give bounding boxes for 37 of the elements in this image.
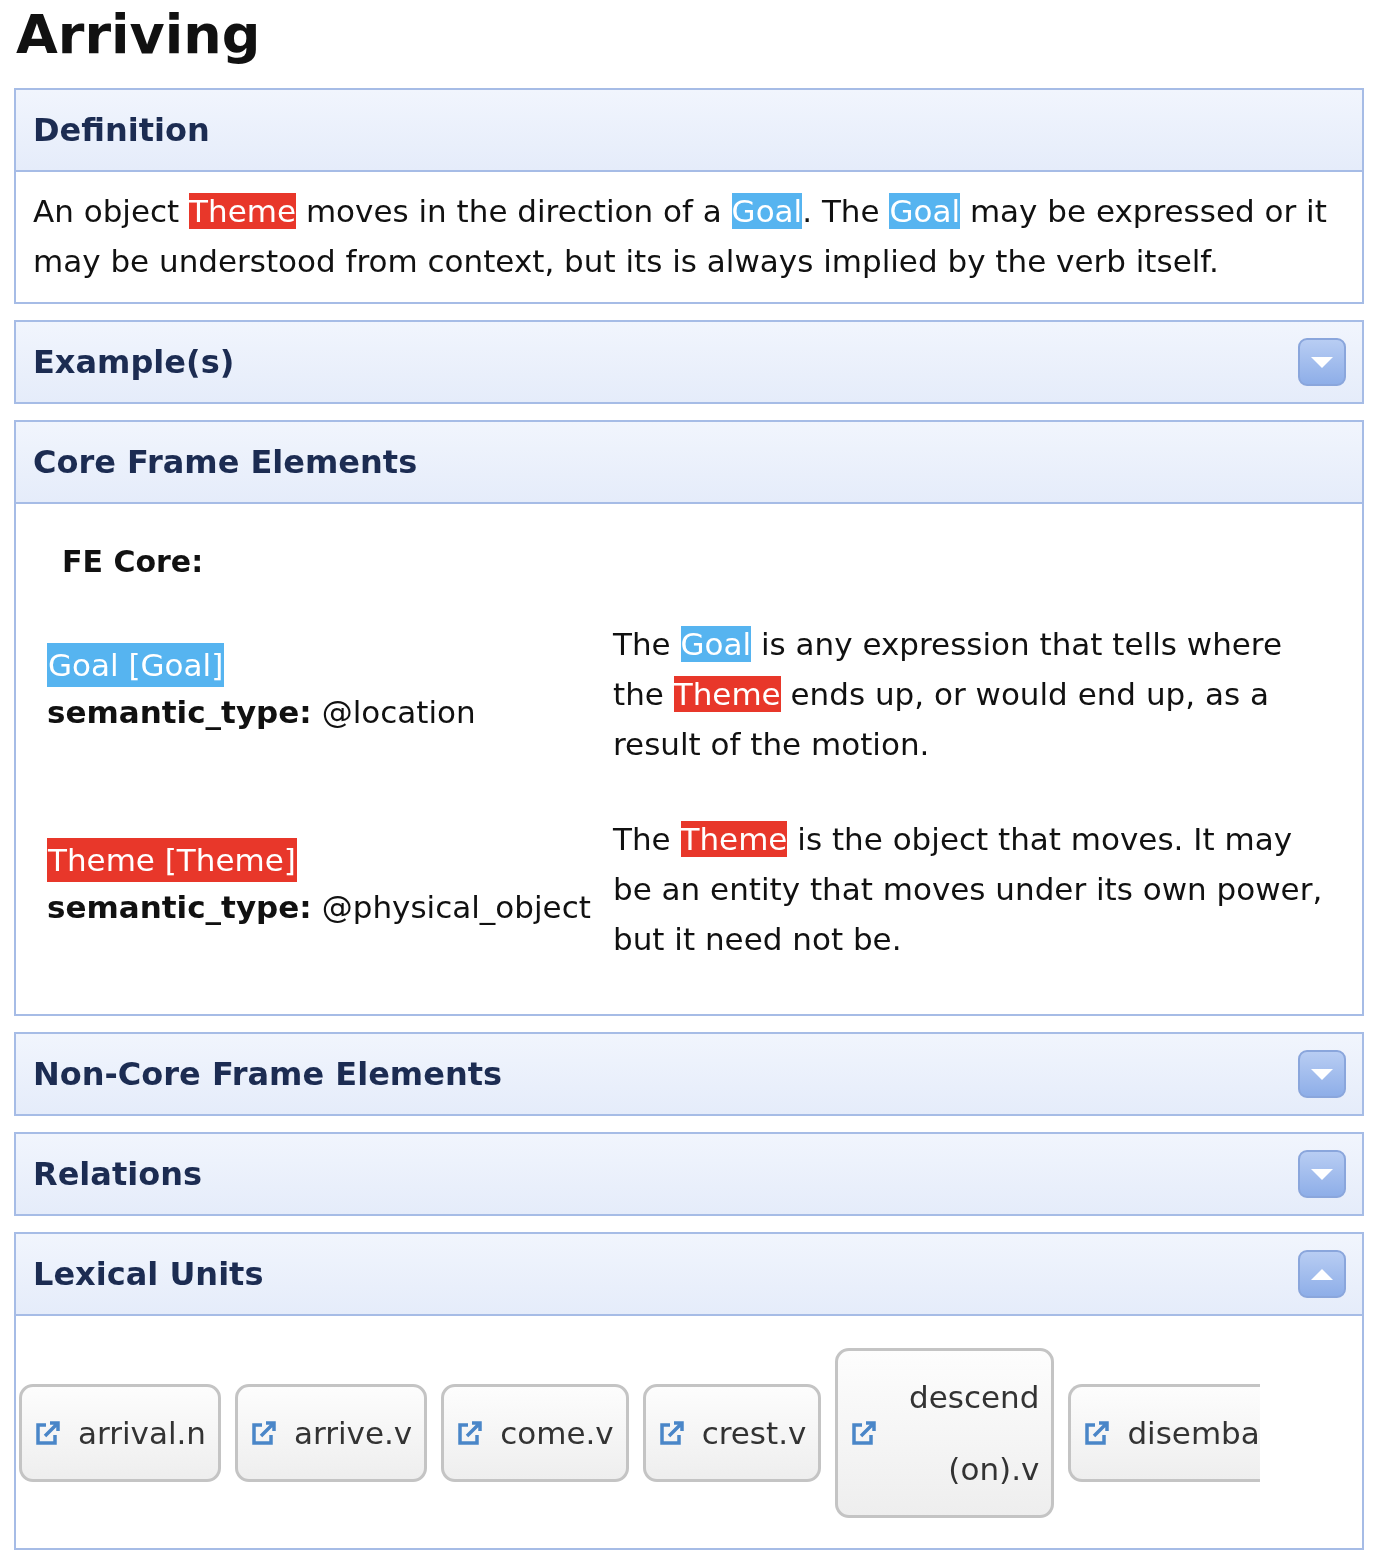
page-title: Arriving xyxy=(15,2,262,68)
section-title: Core Frame Elements xyxy=(33,443,418,481)
semantic-type-value: @physical_object xyxy=(321,889,591,925)
toggle-button[interactable] xyxy=(1298,1150,1346,1198)
fe-heading: FE Core: xyxy=(61,544,205,579)
section-title: Relations xyxy=(33,1155,202,1193)
section-title: Lexical Units xyxy=(33,1255,264,1293)
section-title: Definition xyxy=(33,111,210,149)
semantic-type-label: semantic_type: xyxy=(47,889,312,925)
external-link-icon xyxy=(1083,1420,1112,1446)
section-title: Non-Core Frame Elements xyxy=(33,1055,502,1093)
fe-name: Goal [Goal] xyxy=(47,643,225,687)
toggle-button[interactable] xyxy=(1298,1050,1346,1098)
triangle-down-icon xyxy=(1311,357,1333,368)
external-link-icon xyxy=(657,1420,686,1446)
toggle-button[interactable] xyxy=(1298,1250,1346,1298)
lexical-unit-button[interactable]: come.v xyxy=(441,1384,629,1482)
section-title: Example(s) xyxy=(33,343,235,381)
toggle-button[interactable] xyxy=(1298,338,1346,386)
triangle-up-icon xyxy=(1311,1269,1333,1280)
lexical-unit-button[interactable]: arrive.v xyxy=(235,1384,428,1482)
external-link-icon xyxy=(34,1420,62,1446)
lexical-unit-button[interactable]: arrival.n xyxy=(19,1384,221,1482)
external-link-icon xyxy=(456,1420,485,1446)
lexical-unit-button[interactable]: disemba xyxy=(1068,1384,1260,1482)
fe-description: The Goal is any expression that tells where the Theme ends up, or would end up, as a result of the motion. xyxy=(613,625,1283,764)
external-link-icon xyxy=(250,1420,278,1446)
lexical-unit-button[interactable]: crest.v xyxy=(642,1384,822,1482)
triangle-down-icon xyxy=(1311,1169,1333,1180)
lexical-unit-button[interactable]: descend (on).v xyxy=(835,1348,1055,1518)
semantic-type-label: semantic_type: xyxy=(47,694,312,730)
fe-description: The Theme is the object that moves. It may be an entity that moves under its own power, but it need not be. xyxy=(613,820,1324,959)
definition-text: An object Theme moves in the direction of a Goal. The Goal may be expressed or it may be understood from context, but its is always implied by the verb itself. xyxy=(33,192,1328,281)
external-link-icon xyxy=(850,1420,879,1446)
semantic-type-value: @location xyxy=(321,694,476,730)
triangle-down-icon xyxy=(1311,1069,1333,1080)
fe-name: Theme [Theme] xyxy=(47,838,297,882)
